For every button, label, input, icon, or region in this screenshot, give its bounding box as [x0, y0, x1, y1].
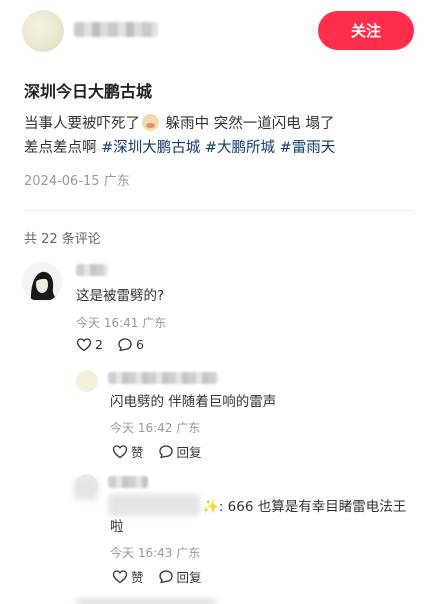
blurred-quote — [108, 494, 200, 516]
like-button[interactable]: 赞 — [112, 442, 144, 461]
comment-location: 广东 — [176, 546, 201, 560]
like-button[interactable]: 2 — [76, 337, 103, 352]
comment-time: 今天 16:42 — [110, 421, 173, 435]
post-text-part3: 差点差点啊 — [24, 140, 102, 156]
reply-label: 回复 — [176, 445, 202, 460]
comment-bubble-icon — [158, 569, 174, 584]
comment-time: 今天 16:41 — [76, 316, 139, 330]
reply-label: 回复 — [176, 570, 202, 585]
sparkle-icon: ✨ — [202, 499, 219, 515]
heart-icon — [112, 569, 128, 584]
commenter-name-blurred[interactable] — [76, 264, 108, 276]
comment-text: 闪电劈的 伴随着巨响的雷声 — [110, 394, 277, 410]
comment-count: 共 22 条评论 — [24, 232, 101, 247]
blurred-region — [74, 478, 98, 500]
post-text-part2: 躲雨中 突然一道闪电 塌了 — [161, 116, 335, 132]
commenter-avatar[interactable] — [76, 370, 98, 392]
comment-meta: 今天 16:43 广东 — [110, 544, 200, 561]
comment-bubble-icon — [158, 444, 174, 459]
divider — [24, 210, 414, 211]
author-avatar[interactable] — [22, 10, 64, 52]
post-body: 当事人要被吓死了 躲雨中 突然一道闪电 塌了 差点差点啊 #深圳大鹏古城 #大鹏… — [24, 112, 414, 160]
comment-meta: 今天 16:42 广东 — [110, 419, 200, 436]
follow-button[interactable]: 关注 — [318, 11, 414, 50]
hashtag-link[interactable]: #大鹏所城 — [205, 140, 275, 156]
comment-location: 广东 — [142, 316, 167, 330]
comment-time: 今天 16:43 — [110, 546, 173, 560]
comment-text: ✨: 666 也算是有幸目睹雷电法王 — [202, 499, 407, 515]
reply-button[interactable]: 回复 — [158, 567, 202, 586]
scared-face-emoji-icon — [142, 114, 159, 131]
comment-text: 这是被雷劈的? — [76, 288, 165, 304]
hashtag-link[interactable]: #深圳大鹏古城 — [101, 140, 200, 156]
post-text-part1: 当事人要被吓死了 — [24, 116, 140, 132]
post-location: 广东 — [103, 174, 130, 189]
hashtag-link[interactable]: #雷雨天 — [280, 140, 336, 156]
next-comment-partial — [76, 598, 216, 604]
post-date: 2024-06-15 — [24, 174, 100, 189]
heart-icon — [112, 444, 128, 459]
like-label: 赞 — [131, 445, 144, 460]
like-button[interactable]: 赞 — [112, 567, 144, 586]
like-label: 赞 — [131, 570, 144, 585]
comment-text-cont: 啦 — [110, 519, 124, 535]
reply-count: 6 — [135, 337, 144, 352]
reply-button[interactable]: 回复 — [158, 442, 202, 461]
commenter-name-blurred[interactable] — [108, 476, 148, 488]
heart-icon — [76, 337, 92, 352]
comment-actions: 赞 回复 — [112, 567, 202, 586]
comment-actions: 2 6 — [76, 337, 144, 352]
comment-bubble-icon — [117, 337, 133, 352]
commenter-name-blurred[interactable] — [108, 372, 218, 384]
comment-actions: 赞 回复 — [112, 442, 202, 461]
reply-button[interactable]: 6 — [117, 337, 144, 352]
post-meta: 2024-06-15 广东 — [24, 170, 130, 189]
commenter-avatar[interactable] — [22, 262, 62, 302]
comment-meta: 今天 16:41 广东 — [76, 314, 166, 331]
post-title: 深圳今日大鹏古城 — [24, 82, 153, 101]
author-name-blurred[interactable] — [74, 22, 158, 37]
comment-location: 广东 — [176, 421, 201, 435]
like-count: 2 — [95, 337, 103, 352]
post-header: 关注 — [0, 0, 432, 64]
